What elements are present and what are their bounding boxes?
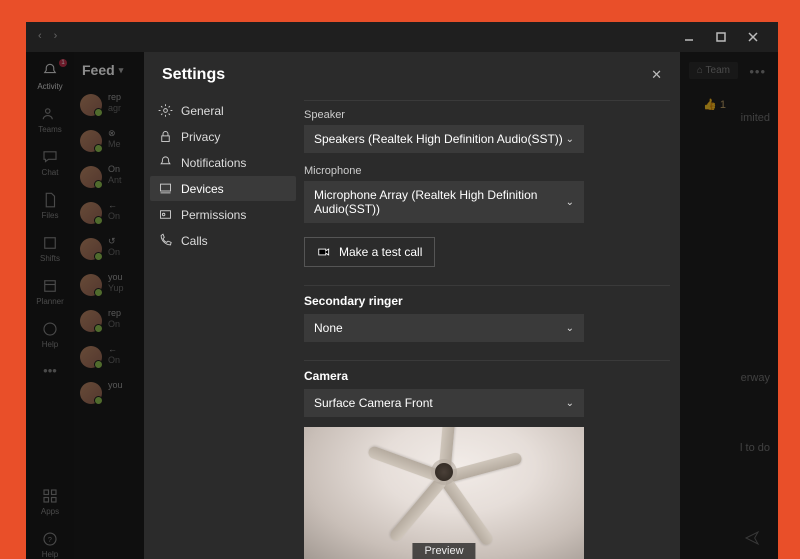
app-window: ‹ › 1 Activity Teams Chat Files Shifts P… <box>26 22 778 559</box>
nav-label: Calls <box>181 234 208 248</box>
speaker-dropdown[interactable]: Speakers (Realtek High Definition Audio(… <box>304 125 584 153</box>
divider <box>304 100 670 101</box>
nav-calls[interactable]: Calls <box>150 228 296 253</box>
nav-notifications[interactable]: Notifications <box>150 150 296 175</box>
preview-label: Preview <box>412 543 475 559</box>
dialog-title: Settings <box>162 66 225 84</box>
devices-icon <box>158 181 173 196</box>
close-icon[interactable]: ✕ <box>651 67 662 83</box>
dropdown-value: Microphone Array (Realtek High Definitio… <box>314 188 566 216</box>
make-test-call-button[interactable]: Make a test call <box>304 237 435 267</box>
dropdown-value: Speakers (Realtek High Definition Audio(… <box>314 132 563 146</box>
test-call-icon <box>317 245 331 259</box>
window-close-icon[interactable] <box>746 30 760 44</box>
nav-label: Notifications <box>181 156 246 170</box>
settings-content: Speaker Speakers (Realtek High Definitio… <box>296 90 680 559</box>
nav-label: Permissions <box>181 208 246 222</box>
bell-icon <box>158 155 173 170</box>
forward-icon[interactable]: › <box>54 30 58 42</box>
speaker-label: Speaker <box>304 109 670 121</box>
divider <box>304 285 670 286</box>
nav-label: Devices <box>181 182 224 196</box>
history-nav: ‹ › <box>38 30 57 42</box>
camera-dropdown[interactable]: Surface Camera Front ⌄ <box>304 389 584 417</box>
secondary-ringer-dropdown[interactable]: None ⌄ <box>304 314 584 342</box>
chevron-down-icon: ⌄ <box>566 134 574 145</box>
camera-preview: Preview <box>304 427 584 559</box>
lock-icon <box>158 129 173 144</box>
nav-label: General <box>181 104 224 118</box>
dropdown-value: None <box>314 321 343 335</box>
minimize-icon[interactable] <box>682 30 696 44</box>
nav-privacy[interactable]: Privacy <box>150 124 296 149</box>
secondary-ringer-heading: Secondary ringer <box>304 294 670 308</box>
divider <box>304 360 670 361</box>
nav-label: Privacy <box>181 130 220 144</box>
nav-general[interactable]: General <box>150 98 296 123</box>
nav-permissions[interactable]: Permissions <box>150 202 296 227</box>
phone-icon <box>158 233 173 248</box>
microphone-label: Microphone <box>304 165 670 177</box>
chevron-down-icon: ⌄ <box>566 398 574 409</box>
button-label: Make a test call <box>339 245 422 259</box>
microphone-dropdown[interactable]: Microphone Array (Realtek High Definitio… <box>304 181 584 223</box>
dropdown-value: Surface Camera Front <box>314 396 433 410</box>
key-icon <box>158 207 173 222</box>
back-icon[interactable]: ‹ <box>38 30 42 42</box>
chevron-down-icon: ⌄ <box>566 323 574 334</box>
chevron-down-icon: ⌄ <box>566 197 574 208</box>
title-bar <box>682 22 778 52</box>
settings-nav: General Privacy Notifications Devices Pe… <box>144 90 296 559</box>
camera-heading: Camera <box>304 369 670 383</box>
gear-icon <box>158 103 173 118</box>
settings-dialog: Settings ✕ General Privacy Notifications <box>144 52 680 559</box>
maximize-icon[interactable] <box>714 30 728 44</box>
nav-devices[interactable]: Devices <box>150 176 296 201</box>
